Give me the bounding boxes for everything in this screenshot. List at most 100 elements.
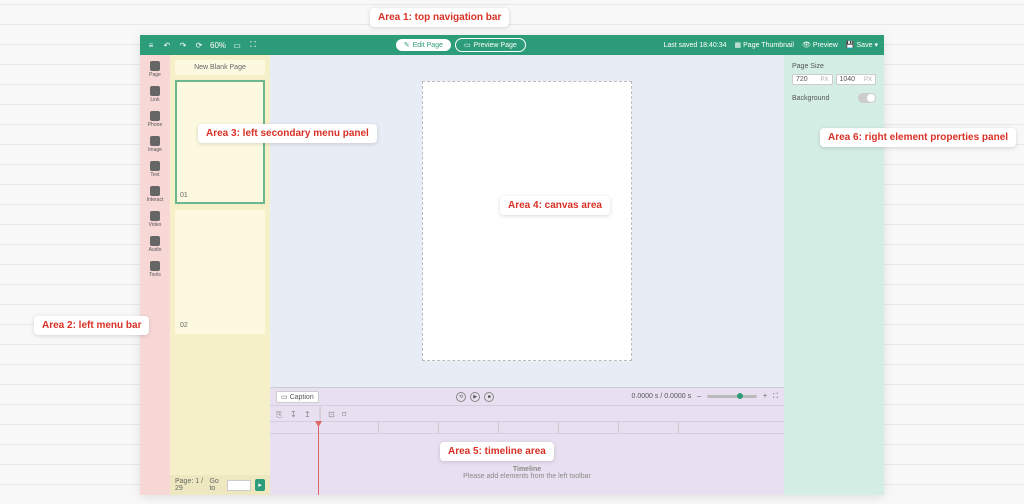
ruler-tick xyxy=(438,422,439,433)
canvas-page[interactable] xyxy=(422,81,632,361)
chevron-down-icon: ▾ xyxy=(874,41,878,49)
leftbar-label: Video xyxy=(149,222,162,228)
link-icon xyxy=(150,86,160,96)
play-button[interactable]: ▶ xyxy=(470,392,480,402)
refresh-icon[interactable]: ⟳ xyxy=(194,40,204,50)
caption-button[interactable]: ▭ Caption xyxy=(276,391,319,403)
app-window: ≡ ↶ ↷ ⟳ 60% ▭ ⛶ ✎ Edit Page ▭ Preview Pa… xyxy=(140,35,884,495)
zoom-value[interactable]: 60% xyxy=(210,41,226,50)
ruler-tick xyxy=(378,422,379,433)
leftbar-page[interactable]: Page xyxy=(149,61,161,78)
leftbar-image[interactable]: Image xyxy=(148,136,162,153)
center-column: ▭ Caption ⟲ ▶ ■ 0.0000 s / 0.0000 s – + … xyxy=(270,55,784,495)
left-secondary-panel: New Blank Page 01 02 Page: 1 / 29 Go to … xyxy=(170,55,270,495)
page-count-label: Page: 1 / 29 xyxy=(175,478,205,492)
unit-label: PX xyxy=(864,77,872,83)
goto-input[interactable] xyxy=(227,480,251,491)
leftbar-tools[interactable]: Tools xyxy=(149,261,161,278)
leftbar-video[interactable]: Video xyxy=(149,211,162,228)
topbar-left: ≡ ↶ ↷ ⟳ 60% ▭ ⛶ xyxy=(146,40,258,50)
leftbar-audio[interactable]: Audio xyxy=(149,236,162,253)
page-thumbnail-label: Page Thumbnail xyxy=(743,42,794,49)
page-size-label: Page Size xyxy=(792,63,876,70)
leftbar-label: Text xyxy=(150,172,159,178)
annotation-a2: Area 2: left menu bar xyxy=(34,316,149,335)
background-toggle[interactable] xyxy=(858,93,876,103)
preview-label: Preview xyxy=(813,42,838,49)
leftbar-phone[interactable]: Phone xyxy=(148,111,162,128)
goto-button[interactable]: ▸ xyxy=(255,479,265,491)
width-input[interactable]: 720 PX xyxy=(792,74,833,85)
image-icon xyxy=(150,136,160,146)
page-icon xyxy=(150,61,160,71)
tool-b-icon[interactable]: ↧ xyxy=(290,410,298,418)
new-blank-page-button[interactable]: New Blank Page xyxy=(175,60,265,75)
audio-icon xyxy=(150,236,160,246)
height-input[interactable]: 1040 PX xyxy=(836,74,877,85)
edit-page-tab[interactable]: ✎ Edit Page xyxy=(396,39,451,51)
tool-e-icon[interactable]: ⌑ xyxy=(342,410,350,418)
stop-button[interactable]: ■ xyxy=(484,392,494,402)
timeline-area: ▭ Caption ⟲ ▶ ■ 0.0000 s / 0.0000 s – + … xyxy=(270,387,784,495)
menu-icon[interactable]: ≡ xyxy=(146,40,156,50)
leftbar-label: Audio xyxy=(149,247,162,253)
preview-page-label: Preview Page xyxy=(474,42,517,49)
ruler-tick xyxy=(678,422,679,433)
fullscreen-icon[interactable]: ⛶ xyxy=(248,40,258,50)
preview-page-icon: ▭ xyxy=(464,41,471,49)
left-menu-bar: Page Link Phone Image Text Interact Vide… xyxy=(140,55,170,495)
topbar-right: Last saved 18:40:34 ▦ Page Thumbnail 👁 P… xyxy=(663,41,878,49)
grid-icon: ▦ xyxy=(735,41,742,49)
time-display: 0.0000 s / 0.0000 s xyxy=(632,393,692,400)
leftbar-label: Phone xyxy=(148,122,162,128)
tool-d-icon[interactable]: ⊡ xyxy=(328,410,336,418)
page-thumbnail-button[interactable]: ▦ Page Thumbnail xyxy=(735,41,794,49)
divider: | xyxy=(318,405,322,423)
save-label: Save xyxy=(857,42,873,49)
leftbar-interact[interactable]: Interact xyxy=(147,186,164,203)
zoom-slider[interactable] xyxy=(707,395,757,398)
timeline-top-row: ▭ Caption ⟲ ▶ ■ 0.0000 s / 0.0000 s – + … xyxy=(270,388,784,406)
time-minus-icon[interactable]: – xyxy=(697,393,701,400)
time-plus-icon[interactable]: + xyxy=(763,393,767,400)
unit-label: PX xyxy=(820,77,828,83)
redo-icon[interactable]: ↷ xyxy=(178,40,188,50)
leftbar-label: Tools xyxy=(149,272,161,278)
annotation-a4: Area 4: canvas area xyxy=(500,196,610,215)
undo-icon[interactable]: ↶ xyxy=(162,40,172,50)
leftbar-text[interactable]: Text xyxy=(150,161,160,178)
canvas-area[interactable] xyxy=(270,55,784,387)
caption-label: Caption xyxy=(290,394,314,401)
tools-icon xyxy=(150,261,160,271)
page-size-row: 720 PX 1040 PX xyxy=(792,74,876,85)
save-button[interactable]: 💾 Save ▾ xyxy=(846,41,878,49)
right-properties-panel: Page Size 720 PX 1040 PX Background xyxy=(784,55,884,495)
video-icon xyxy=(150,211,160,221)
save-icon: 💾 xyxy=(846,41,855,49)
preview-button[interactable]: 👁 Preview xyxy=(802,41,838,49)
background-label: Background xyxy=(792,95,829,102)
rewind-button[interactable]: ⟲ xyxy=(456,392,466,402)
timeline-empty-sub: Please add elements from the left toolba… xyxy=(463,473,591,480)
leftbar-label: Image xyxy=(148,147,162,153)
goto-label: Go to xyxy=(209,478,223,492)
preview-page-tab[interactable]: ▭ Preview Page xyxy=(455,38,526,52)
top-nav-bar: ≡ ↶ ↷ ⟳ 60% ▭ ⛶ ✎ Edit Page ▭ Preview Pa… xyxy=(140,35,884,55)
tool-c-icon[interactable]: ↥ xyxy=(304,410,312,418)
text-icon xyxy=(150,161,160,171)
page-thumb[interactable]: 02 xyxy=(175,210,265,334)
timeline-ruler[interactable] xyxy=(270,422,784,434)
playhead[interactable] xyxy=(318,422,319,495)
last-saved-text: Last saved 18:40:34 xyxy=(663,42,726,49)
tool-a-icon[interactable]: ⎘ xyxy=(276,410,284,418)
timeline-fullscreen-icon[interactable]: ⛶ xyxy=(773,393,778,401)
height-value: 1040 xyxy=(840,76,864,83)
fit-icon[interactable]: ▭ xyxy=(232,40,242,50)
go-arrow-icon: ▸ xyxy=(258,481,262,489)
leftbar-label: Interact xyxy=(147,197,164,203)
ruler-tick xyxy=(498,422,499,433)
annotation-a6: Area 6: right element properties panel xyxy=(820,128,1016,147)
width-value: 720 xyxy=(796,76,820,83)
leftbar-link[interactable]: Link xyxy=(150,86,160,103)
ruler-tick xyxy=(558,422,559,433)
